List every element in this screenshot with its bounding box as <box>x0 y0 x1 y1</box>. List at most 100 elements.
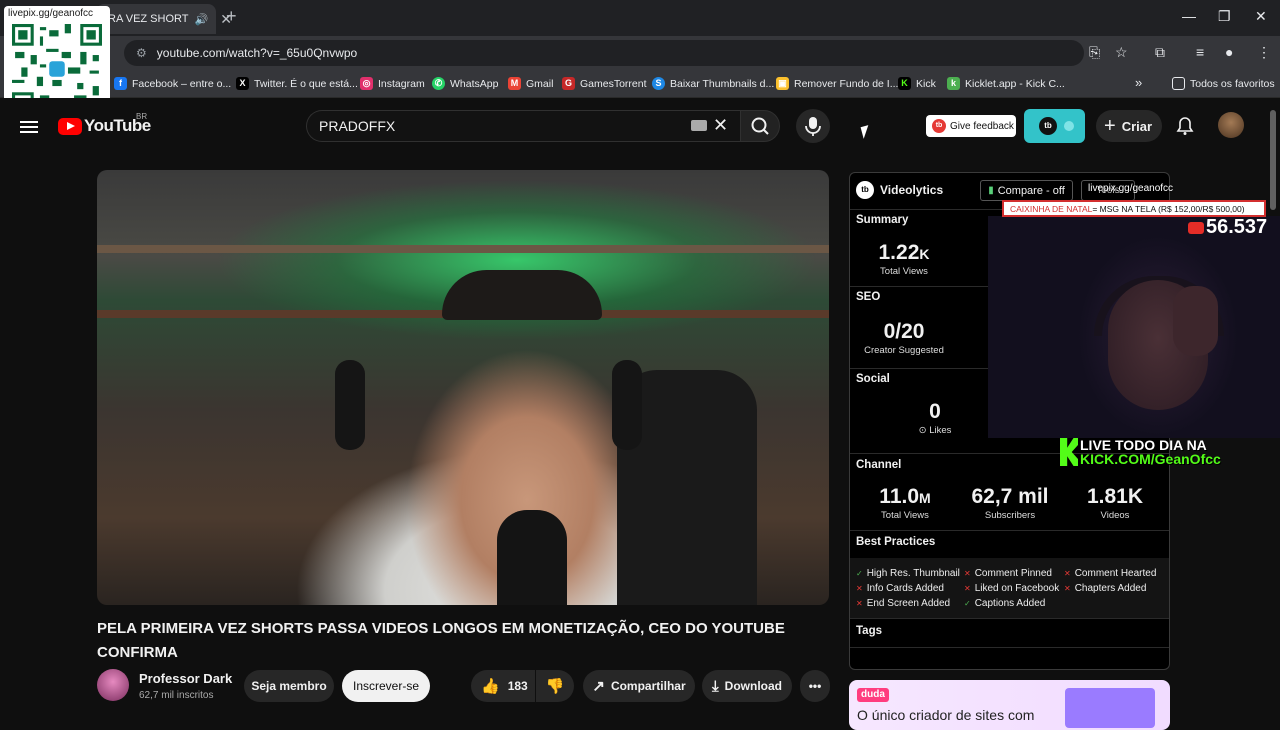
divider <box>850 647 1169 648</box>
youtube-logo[interactable]: YouTube BR <box>58 112 151 136</box>
bookmark-star-icon[interactable]: ☆ <box>1115 44 1128 61</box>
join-label: Seja membro <box>251 679 327 693</box>
join-membership-button[interactable]: Seja membro <box>244 670 334 702</box>
browser-tab-active[interactable]: RA VEZ SHORT 🔊 ✕ <box>96 4 232 34</box>
profile-icon[interactable]: ● <box>1225 44 1233 60</box>
channel-subs-value: 62,7 mil <box>971 485 1049 508</box>
best-practice-label: High Res. Thumbnail <box>866 568 960 579</box>
search-query: PRADOFFX <box>319 118 396 134</box>
bookmark-item[interactable]: S Baixar Thumbnails d... <box>652 77 774 90</box>
seo-score: 0/20 Creator Suggested <box>856 320 952 356</box>
bookmark-item[interactable]: ✆ WhatsApp <box>432 77 498 90</box>
subscribe-button[interactable]: Inscrever-se <box>342 670 430 702</box>
stat-label: Total Views <box>881 510 929 521</box>
videolytics-logo-icon: tb <box>932 119 946 133</box>
person-hair-decoration <box>442 270 602 320</box>
download-button[interactable]: ⤓ Download <box>702 670 792 702</box>
best-practice-label: Liked on Facebook <box>974 583 1060 594</box>
headphone-decoration <box>335 360 365 450</box>
donation-goal-title: CAIXINHA DE NATAL <box>1010 203 1093 214</box>
speaker-icon[interactable]: 🔊 <box>194 13 208 26</box>
channel-videos-value: 1.81K <box>1086 485 1144 508</box>
best-practice-label: Captions Added <box>974 598 1046 609</box>
bookmark-item[interactable]: X Twitter. É o que está... <box>236 77 358 90</box>
dislike-button[interactable]: 👎 <box>536 670 574 702</box>
menu-hamburger-icon[interactable] <box>20 121 38 133</box>
search-button[interactable] <box>740 110 780 142</box>
qr-label: livepix.gg/geanofcc <box>8 8 94 19</box>
video-player[interactable] <box>97 170 829 605</box>
videolytics-toggle-button[interactable]: tb <box>1024 109 1085 143</box>
notifications-bell-icon[interactable] <box>1176 116 1194 141</box>
best-practice-item: ✕ Comment Pinned <box>964 568 1052 579</box>
total-views-value: 1.22 <box>878 241 920 264</box>
media-controls-icon[interactable]: ≡ <box>1196 44 1204 60</box>
best-practice-label: Comment Pinned <box>974 568 1052 579</box>
bar-chart-icon: ▮ <box>988 185 994 196</box>
minimize-window-button[interactable]: — <box>1182 8 1196 24</box>
divider <box>850 530 1169 531</box>
bookmarks-overflow-button[interactable]: » <box>1135 75 1142 90</box>
stat-label: Creator Suggested <box>864 345 944 356</box>
create-button[interactable]: + Criar <box>1096 110 1162 142</box>
bookmark-item[interactable]: ◎ Instagram <box>360 77 425 90</box>
videolytics-header: tb Videolytics <box>856 181 943 199</box>
all-bookmarks-folder[interactable]: Todos os favoritos <box>1172 77 1275 90</box>
create-label: Criar <box>1121 118 1153 134</box>
stat-label: Total Views <box>880 266 928 277</box>
share-button[interactable]: ↗ Compartilhar <box>583 670 695 702</box>
install-app-icon[interactable]: ⎘ <box>1089 44 1100 61</box>
omnibox[interactable]: ⚙ youtube.com/watch?v=_65u0Qnvwpo <box>124 40 1084 66</box>
give-feedback-button[interactable]: tb Give feedback <box>926 115 1016 137</box>
voice-search-button[interactable] <box>796 109 830 143</box>
social-likes: 0 ⊙ Likes <box>905 400 965 436</box>
counter-value: 56.537 <box>1206 216 1268 238</box>
more-actions-button[interactable]: ••• <box>800 670 830 702</box>
like-button[interactable]: 👍 183 <box>471 670 535 702</box>
seo-heading: SEO <box>856 291 881 303</box>
site-info-icon[interactable]: ⚙ <box>136 46 147 60</box>
bookmark-item[interactable]: M Gmail <box>508 77 553 90</box>
keyboard-icon[interactable] <box>691 120 707 131</box>
close-window-button[interactable]: ✕ <box>1255 8 1267 25</box>
more-horizontal-icon: ••• <box>808 679 822 693</box>
bookmark-item[interactable]: G GamesTorrent <box>562 77 647 90</box>
check-icon: ✓ <box>856 569 863 578</box>
bookmark-label: Twitter. É o que está... <box>254 77 358 90</box>
bookmark-label: Remover Fundo de I... <box>794 77 899 90</box>
page-scrollbar[interactable] <box>1270 110 1276 210</box>
extensions-icon[interactable]: ⧉ <box>1155 44 1165 61</box>
compare-toggle-button[interactable]: ▮ Compare - off <box>980 180 1073 201</box>
new-tab-button[interactable]: + <box>226 6 237 27</box>
user-avatar[interactable] <box>1218 112 1244 138</box>
microphone-icon <box>805 117 821 136</box>
bookmark-item[interactable]: K Kick <box>898 77 936 90</box>
channel-avatar[interactable] <box>97 669 129 701</box>
bookmark-item[interactable]: k Kicklet.app - Kick C... <box>947 77 1065 90</box>
bookmark-item[interactable]: f Facebook – entre o... <box>114 77 231 90</box>
bookmark-label: Baixar Thumbnails d... <box>670 77 775 90</box>
channel-subscribers: 62,7 mil inscritos <box>139 690 214 701</box>
stat-label: ⊙ Likes <box>905 425 965 436</box>
bookmark-item[interactable]: ▣ Remover Fundo de I... <box>776 77 898 90</box>
best-practice-item: ✕ End Screen Added <box>856 598 950 609</box>
x-mark-icon: ✕ <box>856 584 863 593</box>
download-label: Download <box>724 679 782 693</box>
videolytics-title: Videolytics <box>880 183 944 197</box>
clear-search-icon[interactable]: ✕ <box>713 115 728 136</box>
headphone-decoration <box>612 360 642 450</box>
x-mark-icon: ✕ <box>1064 584 1071 593</box>
search-input[interactable]: PRADOFFX ✕ <box>306 110 740 142</box>
videolytics-logo-icon: tb <box>856 181 874 199</box>
youtube-play-icon <box>58 117 82 135</box>
best-practice-item: ✕ Liked on Facebook <box>964 583 1059 594</box>
best-practice-label: Comment Hearted <box>1074 568 1157 579</box>
gmail-icon: M <box>508 77 521 90</box>
maximize-window-button[interactable]: ❐ <box>1218 8 1231 25</box>
compare-label: Compare - off <box>997 184 1065 197</box>
microphone-decoration <box>497 510 567 605</box>
browser-menu-icon[interactable]: ⋮ <box>1257 44 1271 61</box>
bookmark-label: Kick <box>916 77 936 90</box>
channel-name[interactable]: Professor Dark <box>139 671 232 686</box>
sidebar-ad[interactable]: duda O único criador de sites com <box>849 680 1170 730</box>
